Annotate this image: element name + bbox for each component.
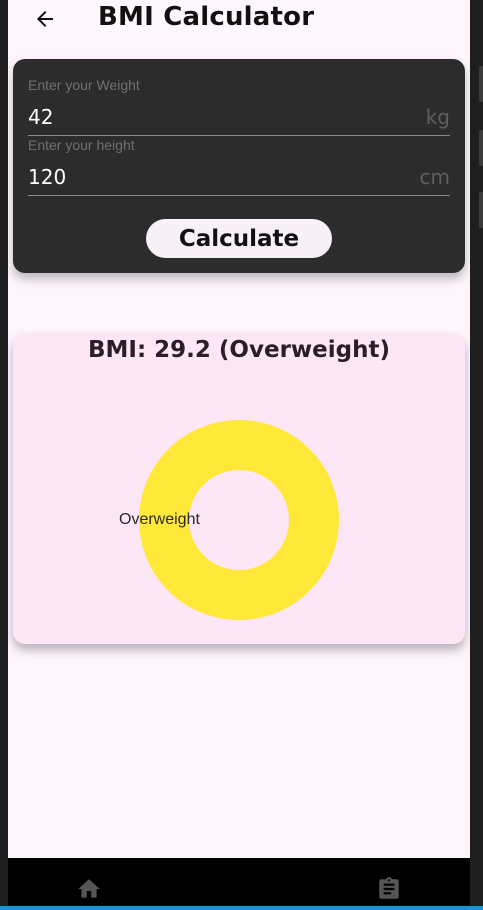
- page-title: BMI Calculator: [98, 2, 315, 32]
- side-handle: [479, 66, 483, 102]
- bottom-accent-bar: [0, 906, 483, 910]
- donut-label: Overweight: [119, 511, 200, 528]
- device-frame: BMI Calculator Enter your Weight 42 kg E…: [0, 0, 483, 910]
- calculate-button[interactable]: Calculate: [146, 219, 332, 258]
- nav-history[interactable]: [372, 872, 406, 906]
- height-unit: cm: [419, 165, 450, 189]
- side-handle: [479, 192, 483, 228]
- height-input[interactable]: 120: [28, 165, 66, 189]
- side-handle: [479, 130, 483, 166]
- input-card: Enter your Weight 42 kg Enter your heigh…: [13, 59, 465, 273]
- bmi-donut-chart: [139, 420, 339, 620]
- back-button[interactable]: [30, 4, 60, 34]
- clipboard-icon: [379, 877, 399, 899]
- weight-unit: kg: [425, 105, 450, 129]
- arrow-left-icon: [37, 11, 53, 27]
- nav-home[interactable]: [72, 872, 106, 906]
- height-hint: Enter your height: [28, 137, 135, 153]
- weight-field[interactable]: Enter your Weight 42 kg: [28, 77, 450, 136]
- result-card: BMI: 29.2 (Overweight) Overweight: [13, 333, 465, 644]
- weight-input[interactable]: 42: [28, 105, 53, 129]
- weight-hint: Enter your Weight: [28, 77, 140, 93]
- app-screen: BMI Calculator Enter your Weight 42 kg E…: [8, 0, 470, 910]
- app-bar: BMI Calculator: [8, 0, 470, 40]
- home-icon: [78, 879, 100, 898]
- bottom-navigation: [8, 858, 470, 910]
- height-field[interactable]: Enter your height 120 cm: [28, 137, 450, 196]
